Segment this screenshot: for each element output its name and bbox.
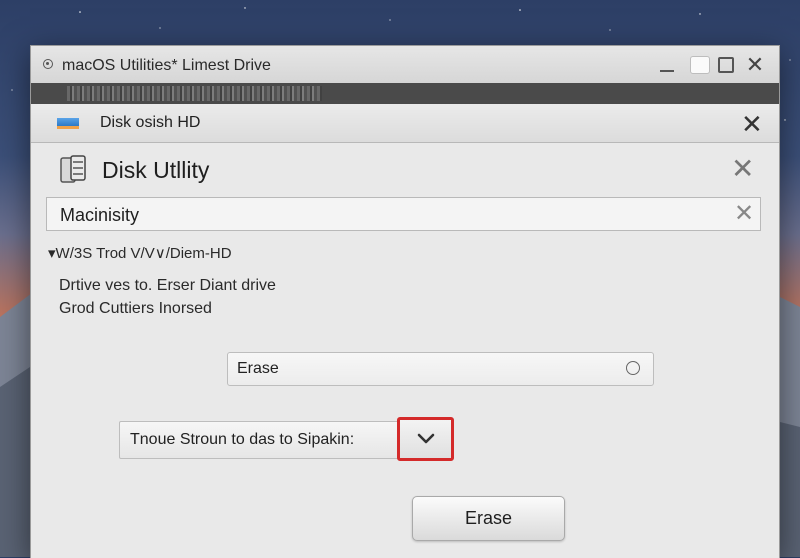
- chevron-down-icon: [417, 433, 435, 444]
- format-dropdown-button[interactable]: [397, 417, 454, 461]
- tab-bar: Disk osish HD ✕: [31, 104, 779, 143]
- tab-label[interactable]: Disk osish HD: [100, 114, 200, 132]
- window-titlebar[interactable]: macOS Utilities* Limest Drive ✕: [31, 46, 779, 84]
- erase-option-label: Erase: [237, 360, 279, 377]
- clear-field-icon[interactable]: ✕: [734, 199, 754, 228]
- restore-icon[interactable]: [718, 57, 734, 73]
- disk-utility-icon: [60, 155, 86, 183]
- maximize-icon[interactable]: [690, 56, 710, 74]
- format-select-value: Tnoue Stroun to das to Sipakin:: [130, 431, 355, 448]
- description-line-1: Drtive ves to. Erser Diant drive: [59, 277, 276, 294]
- drive-icon: [57, 118, 79, 129]
- app-title: Disk Utllity: [102, 157, 210, 183]
- volume-label[interactable]: ▾W/3S Trod V/V∨/Diem-HD: [48, 244, 232, 262]
- toolbar-strip-content: [67, 86, 322, 101]
- drive-name-value: Macinisity: [60, 205, 140, 225]
- app-badge-icon: [43, 59, 53, 69]
- erase-radio-icon[interactable]: [626, 361, 640, 375]
- volume-label-text: W/3S Trod V/V∨/Diem-HD: [55, 245, 232, 262]
- minimize-icon[interactable]: [657, 56, 677, 74]
- tab-close-icon[interactable]: ✕: [741, 109, 763, 140]
- description-line-2: Grod Cuttiers Inorsed: [59, 300, 212, 317]
- erase-button[interactable]: Erase: [412, 496, 565, 541]
- disk-utility-window: macOS Utilities* Limest Drive ✕ Disk osi…: [30, 45, 780, 558]
- window-close-icon[interactable]: ✕: [745, 54, 765, 76]
- drive-name-field[interactable]: Macinisity ✕: [46, 197, 761, 231]
- panel-close-icon[interactable]: ✕: [731, 152, 754, 185]
- erase-option-field[interactable]: Erase: [227, 352, 654, 386]
- window-title: macOS Utilities* Limest Drive: [62, 57, 271, 74]
- toolbar-strip: [31, 83, 779, 104]
